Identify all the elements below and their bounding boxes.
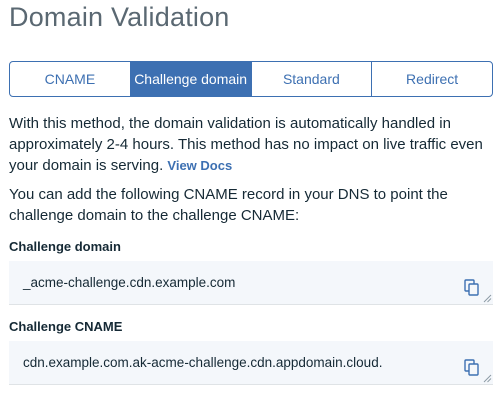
challenge-domain-field[interactable]: _acme-challenge.cdn.example.com xyxy=(9,261,493,305)
challenge-cname-field[interactable]: cdn.example.com.ak-acme-challenge.cdn.ap… xyxy=(9,341,493,385)
tab-challenge-domain[interactable]: Challenge domain xyxy=(129,62,251,96)
resize-grip-icon[interactable] xyxy=(483,294,492,303)
copy-icon[interactable] xyxy=(464,279,480,297)
page-title: Domain Validation xyxy=(9,2,230,32)
copy-icon[interactable] xyxy=(464,359,480,377)
challenge-cname-label: Challenge CNAME xyxy=(9,319,123,334)
tab-cname[interactable]: CNAME xyxy=(10,62,130,96)
tab-redirect[interactable]: Redirect xyxy=(371,62,492,96)
challenge-cname-value: cdn.example.com.ak-acme-challenge.cdn.ap… xyxy=(23,355,383,370)
method-description: With this method, the domain validation … xyxy=(9,113,493,176)
challenge-domain-label: Challenge domain xyxy=(9,239,121,254)
challenge-domain-value: _acme-challenge.cdn.example.com xyxy=(23,275,236,290)
tab-standard[interactable]: Standard xyxy=(250,62,372,96)
cname-instruction: You can add the following CNAME record i… xyxy=(9,186,448,224)
validation-method-tabs: CNAME Challenge domain Standard Redirect xyxy=(9,61,493,97)
method-description-text: With this method, the domain validation … xyxy=(9,115,483,174)
resize-grip-icon[interactable] xyxy=(483,374,492,383)
view-docs-link[interactable]: View Docs xyxy=(167,158,232,173)
